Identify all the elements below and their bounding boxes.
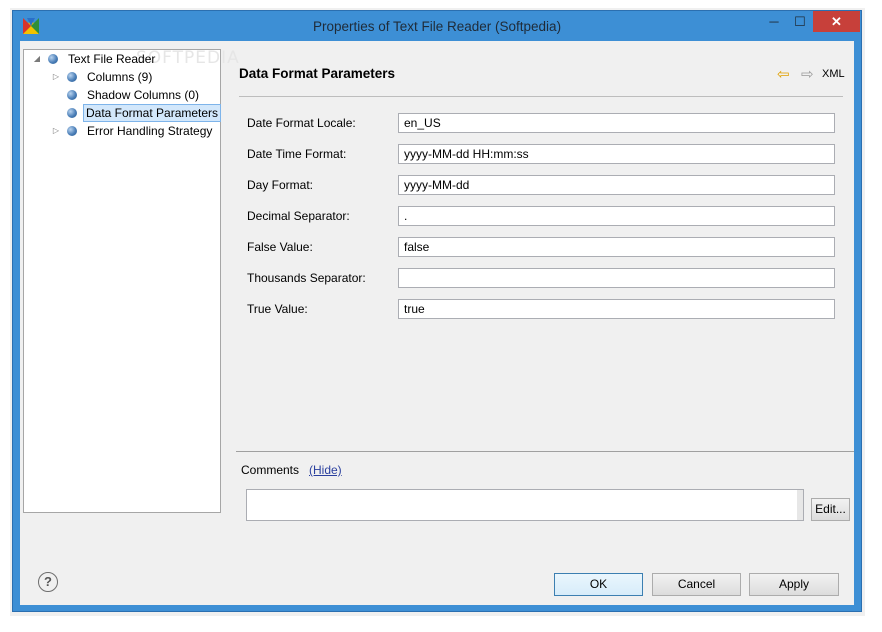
- help-icon[interactable]: ?: [38, 572, 58, 592]
- tree-item-shadow-columns[interactable]: Shadow Columns (0): [24, 86, 220, 104]
- dialog-client-area: SOFTPEDIA ◢ Text File Reader ▷ Columns (…: [20, 41, 854, 605]
- xml-view-button[interactable]: XML: [822, 68, 845, 80]
- tree-item-label: Data Format Parameters: [83, 104, 222, 122]
- tree-item-error-handling-strategy[interactable]: ▷ Error Handling Strategy: [24, 122, 220, 140]
- dialog-window: Properties of Text File Reader (Softpedi…: [12, 10, 862, 612]
- day-format-label: Day Format:: [247, 178, 314, 192]
- tree-item-label: Columns (9): [87, 70, 153, 84]
- page-title: Data Format Parameters: [239, 66, 396, 81]
- forward-arrow-icon[interactable]: ⇨: [801, 67, 814, 82]
- properties-tree[interactable]: SOFTPEDIA ◢ Text File Reader ▷ Columns (…: [23, 48, 239, 513]
- comments-label: Comments: [241, 463, 300, 477]
- decimal-separator-field[interactable]: [398, 206, 835, 226]
- date-time-format-field[interactable]: [398, 144, 835, 164]
- thousands-separator-field[interactable]: [398, 268, 835, 288]
- expand-arrow-icon[interactable]: ▷: [51, 68, 61, 86]
- edit-comments-button[interactable]: Edit...: [811, 498, 850, 521]
- comments-divider: [236, 451, 854, 452]
- close-button[interactable]: ✕: [813, 11, 860, 32]
- back-arrow-icon[interactable]: ⇦: [777, 67, 790, 82]
- apply-button[interactable]: Apply: [749, 573, 839, 596]
- node-icon: [67, 90, 77, 100]
- decimal-separator-label: Decimal Separator:: [247, 209, 350, 223]
- tree-item-data-format-parameters[interactable]: Data Format Parameters: [24, 104, 222, 122]
- true-value-field[interactable]: [398, 299, 835, 319]
- node-icon: [67, 126, 77, 136]
- node-icon: [48, 54, 58, 64]
- title-bar[interactable]: Properties of Text File Reader (Softpedi…: [13, 11, 861, 41]
- ok-button[interactable]: OK: [554, 573, 643, 596]
- comments-input[interactable]: [246, 489, 804, 521]
- day-format-field[interactable]: [398, 175, 835, 195]
- tree-item-label: Error Handling Strategy: [87, 124, 213, 138]
- tree-item-label: Shadow Columns (0): [87, 88, 200, 102]
- header-divider: [239, 96, 843, 97]
- date-format-locale-label: Date Format Locale:: [247, 116, 356, 130]
- false-value-label: False Value:: [247, 240, 313, 254]
- date-format-locale-field[interactable]: [398, 113, 835, 133]
- collapse-arrow-icon[interactable]: ◢: [32, 50, 42, 68]
- node-icon: [67, 72, 77, 82]
- maximize-button[interactable]: ☐: [787, 11, 813, 32]
- expand-arrow-icon[interactable]: ▷: [51, 122, 61, 140]
- hide-comments-link[interactable]: (Hide): [309, 463, 342, 477]
- minimize-button[interactable]: ─: [761, 11, 787, 32]
- tree-item-text-file-reader[interactable]: ◢ Text File Reader: [24, 50, 220, 68]
- date-time-format-label: Date Time Format:: [247, 147, 347, 161]
- true-value-label: True Value:: [247, 302, 308, 316]
- window-title: Properties of Text File Reader (Softpedi…: [312, 19, 562, 34]
- cancel-button[interactable]: Cancel: [652, 573, 741, 596]
- comments-scrollbar[interactable]: [797, 490, 803, 520]
- thousands-separator-label: Thousands Separator:: [247, 271, 366, 285]
- tree-item-columns[interactable]: ▷ Columns (9): [24, 68, 220, 86]
- false-value-field[interactable]: [398, 237, 835, 257]
- tree-item-label: Text File Reader: [68, 52, 156, 66]
- node-icon: [67, 108, 77, 118]
